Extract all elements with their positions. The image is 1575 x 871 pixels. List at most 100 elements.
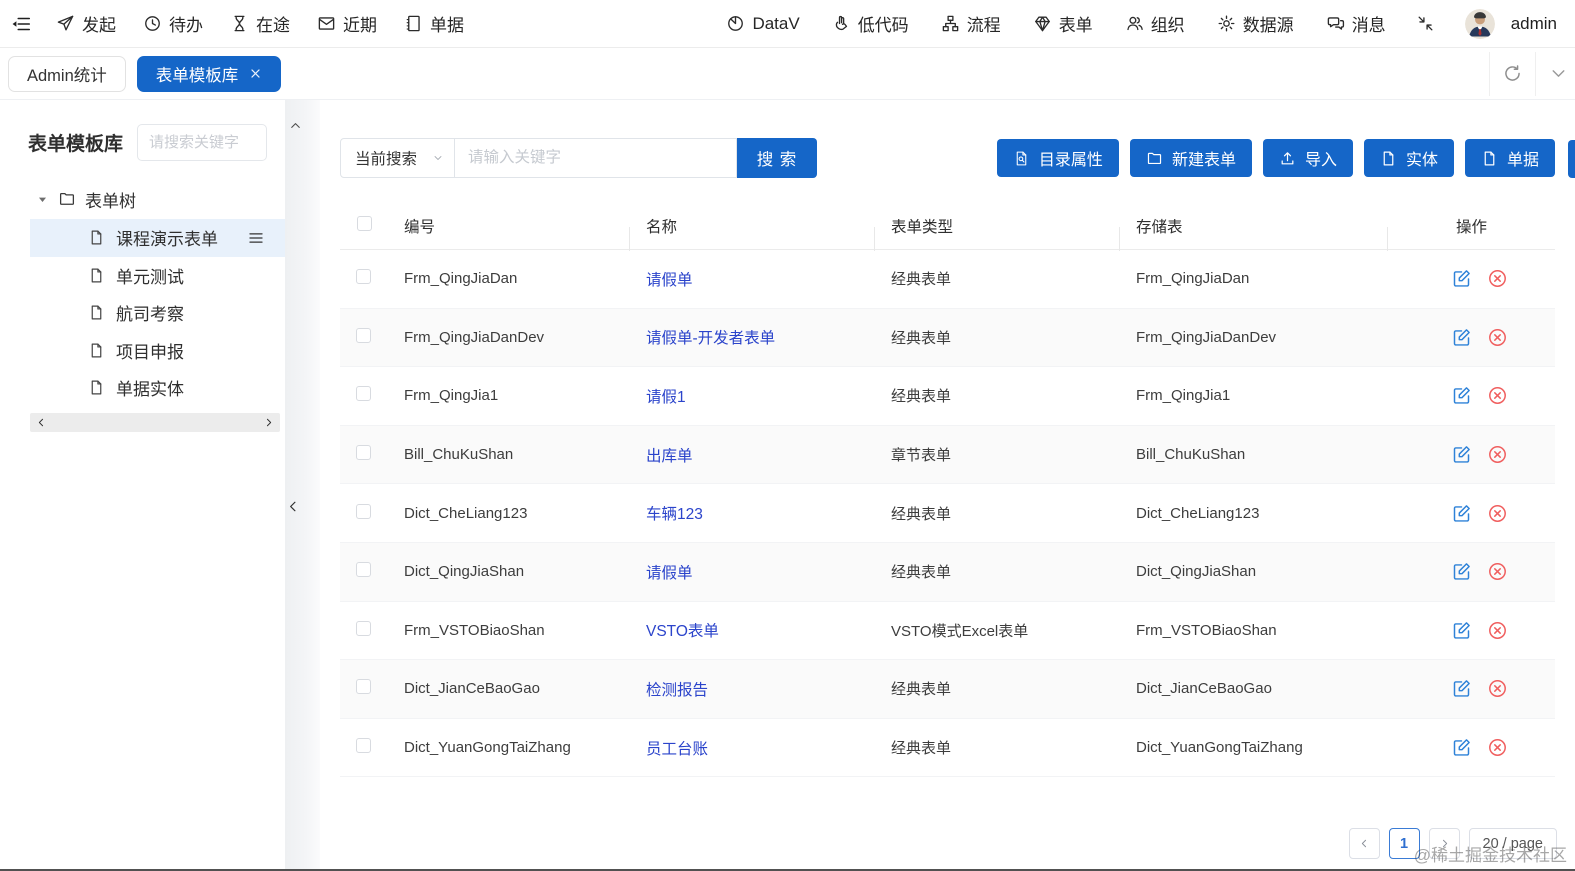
form-name-link[interactable]: 车辆123 [646,506,703,523]
chevron-down-icon[interactable] [1536,63,1575,84]
tree-item-0[interactable]: 课程演示表单 [30,219,285,257]
edit-icon[interactable] [1451,327,1472,348]
new-form-button[interactable]: 新建表单 [1129,139,1252,177]
scroll-up-icon[interactable] [288,118,303,133]
username[interactable]: admin [1511,14,1557,34]
search-field-select[interactable]: 当前搜索 [340,138,455,178]
nav-item-initiate[interactable]: 发起 [56,11,116,36]
tab-form-template-library[interactable]: 表单模板库 [136,55,282,92]
refresh-icon[interactable] [1490,63,1535,84]
edit-icon[interactable] [1451,737,1472,758]
nav-item-form[interactable]: 表单 [1033,11,1093,36]
form-name-link[interactable]: 请假1 [646,389,686,406]
row-checkbox[interactable] [356,562,371,578]
row-checkbox[interactable] [356,679,371,695]
menu-fold-icon[interactable] [10,13,32,35]
form-name-link[interactable]: 员工台账 [646,741,708,758]
nav-item-label: 数据源 [1242,16,1294,35]
sidebar-header: 表单模板库 [0,124,285,161]
page-size-select[interactable]: 20 / page [1468,828,1557,859]
entity-button[interactable]: 实体 [1363,139,1454,177]
row-checkbox[interactable] [356,503,371,519]
clipped-button[interactable] [1568,140,1575,178]
keyword-input[interactable] [455,138,737,178]
caret-down-icon[interactable] [36,193,49,206]
bill-button[interactable]: 单据 [1464,139,1555,177]
nav-item-label: 低代码 [857,16,909,35]
edit-icon[interactable] [1451,561,1472,582]
tab-admin-stats[interactable]: Admin统计 [8,55,126,92]
delete-icon[interactable] [1487,327,1508,348]
forms-table: 编号 名称 表单类型 存储表 操作 Frm_QingJiaDan 请假单 经典表单 Frm_Q… [340,202,1555,778]
nav-item-label: 组织 [1150,16,1185,35]
nav-item-in-transit[interactable]: 在途 [230,11,290,36]
select-all-checkbox[interactable] [357,215,372,231]
tree-item-1[interactable]: 单元测试 [0,257,285,295]
scroll-left-icon[interactable] [35,416,48,429]
nav-item-recent[interactable]: 近期 [317,11,377,36]
action-button-label: 新建表单 [1171,152,1236,169]
form-name-link[interactable]: 请假单-开发者表单 [646,330,775,347]
row-checkbox[interactable] [356,327,371,343]
form-name-link[interactable]: 请假单 [646,272,693,289]
doc-search-icon [1013,150,1030,167]
pagination-next[interactable] [1428,828,1460,859]
delete-icon[interactable] [1487,503,1508,524]
table-row: Frm_QingJiaDanDev 请假单-开发者表单 经典表单 Frm_QingJi… [340,308,1555,368]
cell-code: Dict_YuanGongTaiZhang [404,739,571,757]
edit-icon[interactable] [1451,268,1472,289]
row-checkbox[interactable] [356,738,371,754]
catalog-props-button[interactable]: 目录属性 [996,139,1119,177]
edit-icon[interactable] [1451,503,1472,524]
nav-item-label: 在途 [256,16,290,35]
delete-icon[interactable] [1487,268,1508,289]
collapse-sidebar-icon[interactable] [285,498,302,515]
edit-icon[interactable] [1451,620,1472,641]
delete-icon[interactable] [1487,737,1508,758]
pagination-prev[interactable] [1348,828,1380,859]
cell-form-type: 经典表单 [891,329,952,347]
tree-item-3[interactable]: 项目申报 [0,332,285,370]
form-name-link[interactable]: 请假单 [646,565,693,582]
row-checkbox[interactable] [356,386,371,402]
item-menu-icon[interactable] [247,229,265,247]
fullscreen-icon[interactable] [1416,14,1435,33]
delete-icon[interactable] [1487,620,1508,641]
delete-icon[interactable] [1487,678,1508,699]
nav-item-label: 消息 [1351,16,1386,35]
nav-item-flow[interactable]: 流程 [941,11,1001,36]
import-button[interactable]: 导入 [1262,139,1353,177]
row-checkbox[interactable] [356,445,371,461]
form-name-link[interactable]: 检测报告 [646,682,708,699]
edit-icon[interactable] [1451,678,1472,699]
edit-icon[interactable] [1451,444,1472,465]
pagination-page-1[interactable]: 1 [1388,828,1420,859]
tree-item-4[interactable]: 单据实体 [0,369,285,407]
nav-item-org[interactable]: 组织 [1125,11,1185,36]
edit-icon[interactable] [1451,385,1472,406]
form-name-link[interactable]: VSTO表单 [646,623,719,640]
tree-item-2[interactable]: 航司考察 [0,294,285,332]
delete-icon[interactable] [1487,385,1508,406]
cell-code: Dict_JianCeBaoGao [404,680,540,698]
table-row: Frm_QingJiaDan 请假单 经典表单 Frm_QingJiaDan [340,250,1555,309]
tree-root-node[interactable]: 表单树 [0,179,285,219]
nav-item-message[interactable]: 消息 [1326,11,1386,36]
form-name-link[interactable]: 出库单 [646,448,693,465]
nav-item-datav[interactable]: DataV [726,14,800,34]
delete-icon[interactable] [1487,561,1508,582]
row-checkbox[interactable] [356,269,371,285]
nav-item-lowcode[interactable]: 低代码 [832,11,909,36]
tree-horizontal-scrollbar[interactable] [30,412,280,432]
nav-item-todo[interactable]: 待办 [143,11,203,36]
search-button[interactable]: 搜 索 [737,138,817,178]
sidebar-search-input[interactable] [137,124,268,161]
close-icon[interactable] [249,67,262,80]
nav-item-datasource[interactable]: 数据源 [1217,11,1294,36]
nav-item-bills[interactable]: 单据 [404,11,464,36]
row-checkbox[interactable] [356,620,371,636]
table-row: Dict_CheLiang123 车辆123 经典表单 Dict_CheLiang12… [340,484,1555,543]
avatar[interactable] [1464,8,1495,39]
delete-icon[interactable] [1487,444,1508,465]
scroll-right-icon[interactable] [262,416,275,429]
